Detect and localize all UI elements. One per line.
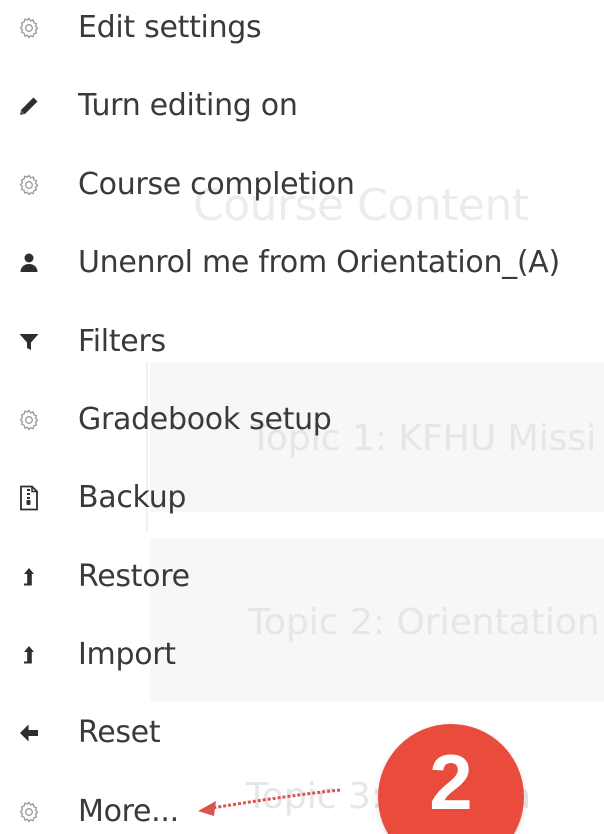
menu-item-label: Import — [78, 637, 176, 672]
menu-item-label: Reset — [78, 715, 161, 750]
pencil-icon — [14, 91, 44, 121]
arrow-left-icon — [14, 718, 44, 748]
menu-item-label: Course completion — [78, 167, 355, 202]
file-archive-icon — [14, 483, 44, 513]
gear-icon — [14, 405, 44, 435]
gear-icon — [14, 797, 44, 827]
menu-item-label: Restore — [78, 559, 190, 594]
gear-icon — [14, 170, 44, 200]
menu-item-label: Gradebook setup — [78, 402, 332, 437]
step-number: 2 — [429, 737, 473, 826]
filter-icon — [14, 327, 44, 357]
upload-icon — [14, 640, 44, 670]
user-icon — [14, 248, 44, 278]
gear-icon — [14, 13, 44, 43]
menu-item-label: Unenrol me from Orientation_(A) — [78, 245, 560, 280]
page: Course Content Topic 1: KFHU Missi Topic… — [0, 0, 604, 834]
menu-item-label: More... — [78, 794, 179, 829]
menu-item-label: Backup — [78, 480, 187, 515]
step-badge: 2 — [378, 724, 524, 834]
menu-item-label: Turn editing on — [78, 88, 298, 123]
menu-item-label: Filters — [78, 324, 166, 359]
menu-item-label: Edit settings — [78, 10, 262, 45]
topic-2-title: Topic 2: Orientation — [248, 602, 600, 643]
upload-icon — [14, 562, 44, 592]
